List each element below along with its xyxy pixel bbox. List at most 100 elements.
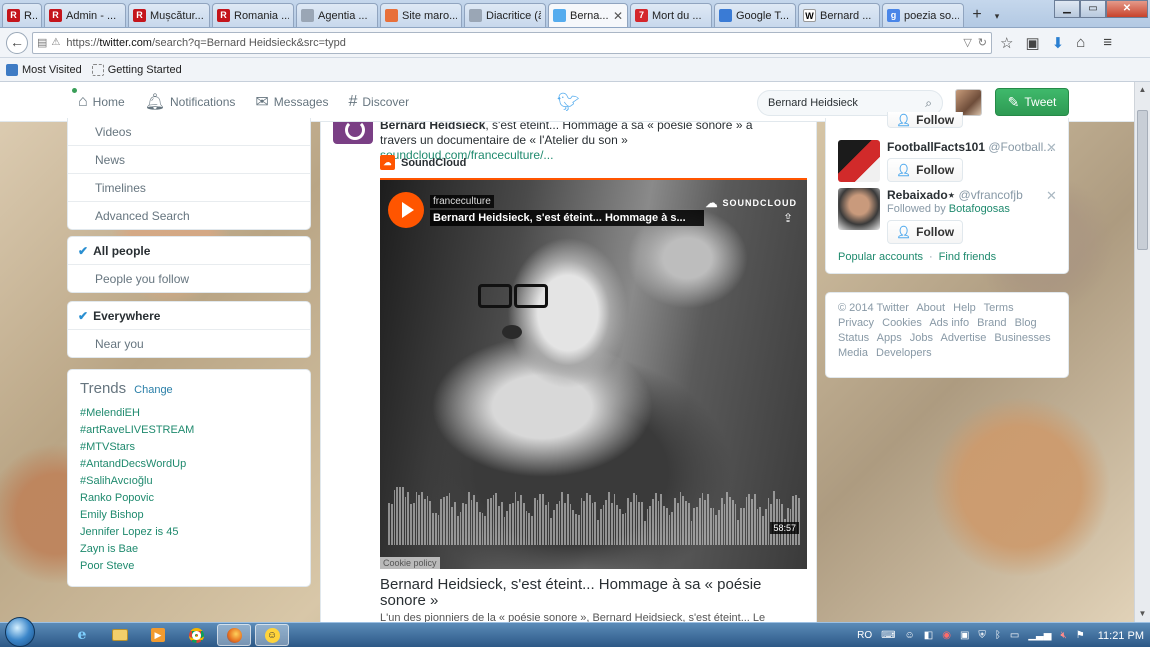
volume-muted-icon[interactable]: 🔇︎	[1060, 630, 1066, 641]
browser-tab[interactable]: Agentia ...	[296, 3, 378, 27]
browser-tab[interactable]: W Bernard ...	[798, 3, 880, 27]
footer-link[interactable]: Privacy	[838, 317, 874, 329]
filter-everywhere[interactable]: ✔ Everywhere	[68, 302, 310, 330]
trend-item[interactable]: #SalihAvcıoğlu	[80, 473, 298, 490]
search-icon[interactable]: ⌕	[925, 96, 932, 111]
home-icon[interactable]: ⌂	[1076, 34, 1085, 52]
share-icon[interactable]: ⇪	[783, 211, 793, 225]
waveform[interactable]	[388, 485, 800, 545]
browser-tab[interactable]: R Mușcătur...	[128, 3, 210, 27]
bookmark-star-icon[interactable]: ☆	[1000, 34, 1013, 52]
browser-tab[interactable]: Site maro...	[380, 3, 462, 27]
clock[interactable]: 11:21 PM	[1098, 630, 1144, 642]
reload-icon[interactable]: ↻	[978, 36, 987, 49]
dismiss-icon[interactable]: ✕	[1046, 140, 1057, 156]
trend-item[interactable]: Poor Steve	[80, 558, 298, 575]
card-title[interactable]: Bernard Heidsieck, s'est éteint... Homma…	[380, 577, 790, 609]
scroll-up-arrow[interactable]: ▲	[1135, 82, 1150, 98]
chrome-icon[interactable]	[179, 624, 213, 646]
follow-button-partial[interactable]: 👤︎ Follow	[887, 112, 963, 128]
trend-item[interactable]: Ranko Popovic	[80, 490, 298, 507]
keyboard-icon[interactable]: ⌨	[881, 630, 895, 641]
trend-item[interactable]: #MTVStars	[80, 439, 298, 456]
footer-link[interactable]: Media	[838, 347, 868, 359]
footer-link[interactable]: Businesses	[994, 332, 1050, 344]
url-dropdown-icon[interactable]: ▽	[963, 36, 971, 49]
footer-link[interactable]: Ads info	[929, 317, 969, 329]
tweet-author-name[interactable]: Bernard Heidsieck	[380, 122, 485, 132]
followed-by-link[interactable]: Botafogosas	[949, 203, 1010, 215]
soundcloud-player[interactable]: franceculture Bernard Heidsieck, s'est é…	[380, 178, 807, 569]
suggestion-avatar[interactable]	[838, 188, 880, 230]
url-bar[interactable]: ▤ ⚠ https://twitter.com/search?q=Bernard…	[32, 31, 992, 54]
bookmark-most-visited[interactable]: Most Visited	[6, 63, 82, 76]
suggestion-name[interactable]: FootballFacts101 @Football...	[887, 140, 1053, 154]
dismiss-icon[interactable]: ✕	[1046, 188, 1057, 204]
browser-tab[interactable]: R R...	[2, 3, 42, 27]
opera-icon[interactable]: ◉	[942, 630, 951, 641]
scroll-down-arrow[interactable]: ▼	[1135, 606, 1150, 622]
footer-link[interactable]: Blog	[1015, 317, 1037, 329]
messenger-icon[interactable]: ☺	[255, 624, 289, 646]
trend-item[interactable]: Jennifer Lopez is 45	[80, 524, 298, 541]
bluetooth-icon[interactable]: ᛒ	[995, 630, 1001, 641]
browser-tab[interactable]: 7 Mort du ...	[630, 3, 712, 27]
footer-link[interactable]: Apps	[877, 332, 902, 344]
tab-list-button[interactable]: ▾	[988, 5, 1006, 27]
track-title[interactable]: Bernard Heidsieck, s'est éteint... Homma…	[430, 210, 704, 226]
browser-tab[interactable]: R Admin - ...	[44, 3, 126, 27]
browser-tab[interactable]: Google T...	[714, 3, 796, 27]
footer-link[interactable]: Help	[953, 302, 976, 314]
download-icon[interactable]: ⬇	[1052, 34, 1065, 52]
footer-link[interactable]: Developers	[876, 347, 932, 359]
twitter-bird-icon[interactable]: 🐦︎	[557, 92, 580, 113]
browser-tab[interactable]: Berna... ✕	[548, 3, 628, 27]
folder-icon[interactable]	[103, 624, 137, 646]
battery-icon[interactable]: ▭	[1010, 630, 1019, 641]
filter-videos[interactable]: Videos	[68, 118, 310, 146]
ie-icon[interactable]: e	[65, 624, 99, 646]
play-button[interactable]	[388, 192, 424, 228]
trend-item[interactable]: Zayn is Bae	[80, 541, 298, 558]
filter-news[interactable]: News	[68, 146, 310, 174]
filter-near-you[interactable]: Near you	[68, 330, 310, 358]
footer-link[interactable]: © 2014 Twitter	[838, 302, 909, 314]
page-scrollbar[interactable]: ▲ ▼	[1134, 82, 1150, 622]
trend-item[interactable]: #MelendiEH	[80, 405, 298, 422]
smiley-icon[interactable]: ☺	[905, 630, 915, 641]
footer-link[interactable]: About	[916, 302, 945, 314]
trend-item[interactable]: Emily Bishop	[80, 507, 298, 524]
back-button[interactable]: ←	[6, 31, 28, 54]
suggestion-avatar[interactable]	[838, 140, 880, 182]
bookmark-getting-started[interactable]: Getting Started	[91, 63, 182, 76]
filter-all-people[interactable]: ✔ All people	[68, 237, 310, 265]
menu-icon[interactable]: ≡	[1103, 34, 1112, 52]
browser-tab[interactable]: R Romania ...	[212, 3, 294, 27]
footer-link[interactable]: Jobs	[910, 332, 933, 344]
signal-icon[interactable]: ▁▃▅	[1028, 630, 1051, 641]
browser-tab[interactable]: Diacritice (ăâî...	[464, 3, 546, 27]
cookie-policy-link[interactable]: Cookie policy	[380, 557, 440, 569]
footer-link[interactable]: Advertise	[940, 332, 986, 344]
footer-link[interactable]: Terms	[984, 302, 1014, 314]
trend-item[interactable]: #artRaveLIVESTREAM	[80, 422, 298, 439]
filter-timelines[interactable]: Timelines	[68, 174, 310, 202]
flag-icon[interactable]: ⚑	[1076, 630, 1085, 641]
media-player-icon[interactable]: ▶	[141, 624, 175, 646]
track-user[interactable]: franceculture	[430, 195, 494, 208]
find-friends-link[interactable]: Find friends	[939, 251, 996, 263]
shield-icon[interactable]: ⛨	[978, 630, 986, 641]
browser-tab[interactable]: g poezia so...	[882, 3, 964, 27]
footer-link[interactable]: Cookies	[882, 317, 922, 329]
app-tray-icon[interactable]: ◧	[924, 630, 933, 641]
footer-link[interactable]: Status	[838, 332, 869, 344]
popular-accounts-link[interactable]: Popular accounts	[838, 251, 923, 263]
start-button[interactable]	[5, 617, 35, 647]
reading-list-icon[interactable]: ▣	[1025, 34, 1039, 52]
follow-button[interactable]: 👤︎ Follow	[887, 158, 963, 182]
footer-link[interactable]: Brand	[977, 317, 1006, 329]
language-indicator[interactable]: RO	[857, 630, 872, 641]
suggestion-name[interactable]: Rebaixado⋆ @vfrancofjb	[887, 188, 1023, 202]
filter-people-you-follow[interactable]: People you follow	[68, 265, 310, 293]
nav-home[interactable]: ⌂ Home	[68, 82, 135, 122]
